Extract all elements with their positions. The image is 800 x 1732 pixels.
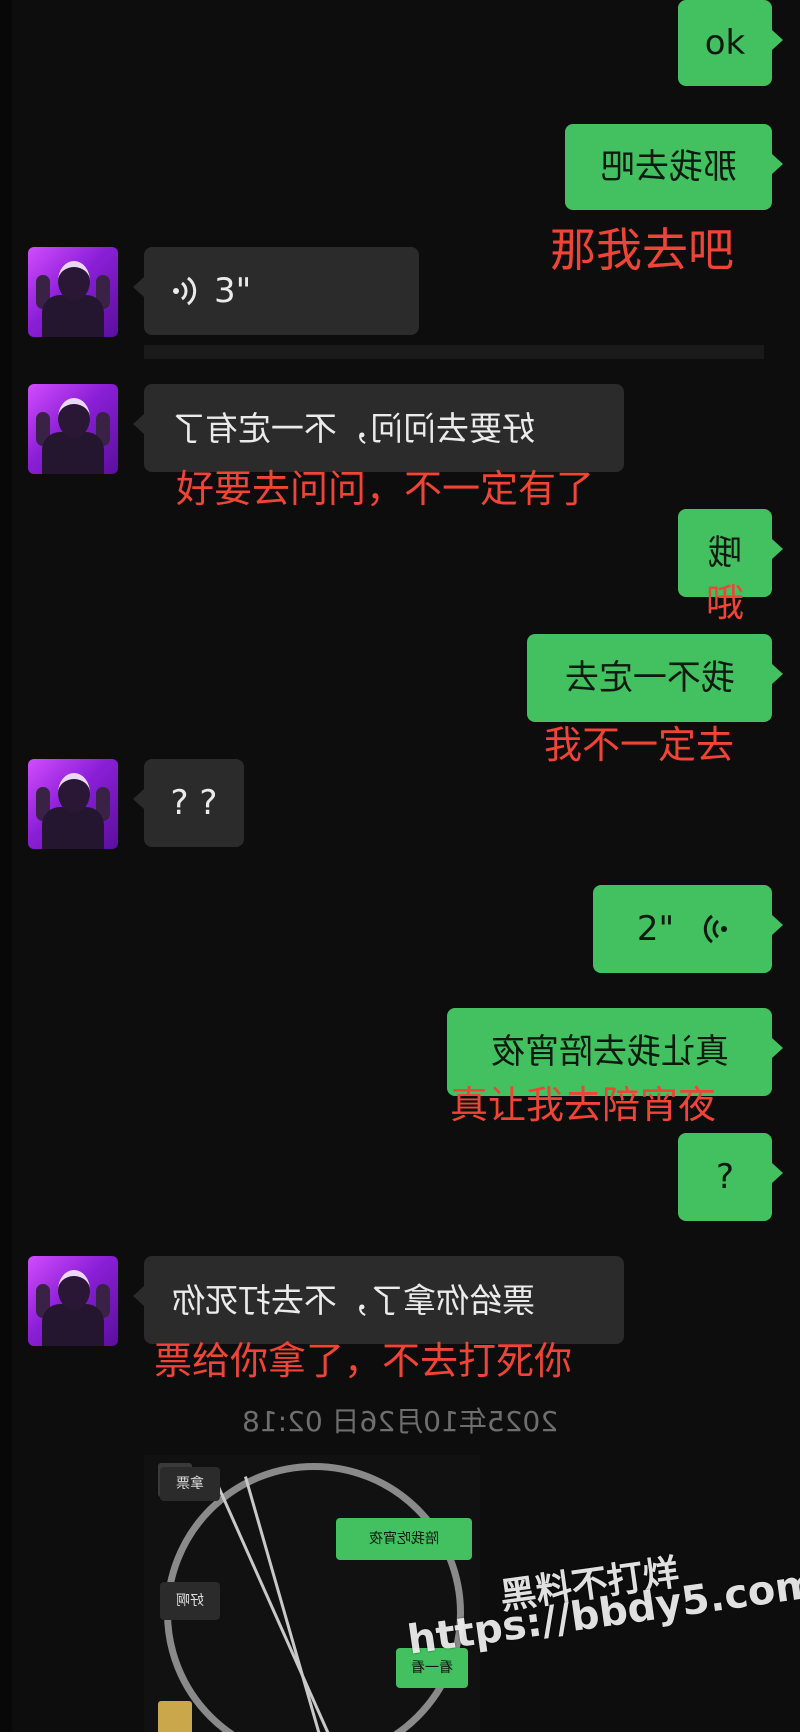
mini-message-received: 好啊 [160,1582,220,1620]
voice-duration: 3" [214,271,252,311]
message-text: 好要去问问，不一定有了 [172,408,535,448]
voice-duration: 2" [636,909,675,949]
message-timestamp: 2025年10月26日 02:18 [241,1405,559,1438]
voice-message-bubble[interactable]: 3" [133,247,419,335]
message-text: ? ? [170,783,218,823]
left-edge [0,0,12,1732]
voice-wave-icon [703,914,728,944]
message-bubble-sent[interactable]: 那我去吧 [565,124,783,210]
message-bubble-sent[interactable]: ok [678,0,783,86]
chat-screen: ok 那我去吧 那我去吧 3" 好要去问问，不一定有了 好要去问问，不一定有了 … [0,0,800,1732]
message-text: ? [715,1157,735,1197]
message-bubble-received[interactable]: 好要去问问，不一定有了 [133,384,624,472]
message-bubble-sent[interactable]: 我不一定去 [527,634,783,722]
translation-caption: 哦 [706,581,745,625]
message-text: ok [704,23,746,63]
embedded-chat-screenshot[interactable]: 拿票 陪我吃宵夜 好啊 看一看 [144,1455,480,1732]
translation-caption: 我不一定去 [544,723,735,767]
divider [144,345,764,359]
translation-caption: 那我去吧 [550,223,734,277]
message-text: 哦 [708,533,742,573]
voice-wave-icon [173,276,197,306]
mini-message-received: 拿票 [160,1467,220,1501]
message-bubble-received[interactable]: ? ? [133,759,244,847]
contact-avatar[interactable] [28,384,118,474]
mini-message-sent: 陪我吃宵夜 [336,1518,472,1560]
message-text: 票给你拿了，不去打死你 [172,1280,535,1320]
contact-avatar[interactable] [28,247,118,337]
message-text: 真让我去陪宵夜 [490,1032,729,1072]
contact-avatar[interactable] [28,1256,118,1346]
voice-message-bubble[interactable]: 2" [593,885,783,973]
contact-avatar[interactable] [28,759,118,849]
translation-caption: 好要去问问，不一定有了 [176,467,595,511]
translation-caption: 真让我去陪宵夜 [450,1083,717,1127]
message-text: 我不一定去 [564,658,735,698]
translation-caption: 票给你拿了，不去打死你 [154,1339,573,1383]
message-bubble-sent[interactable]: ? [678,1133,783,1221]
message-text: 那我去吧 [600,147,737,187]
mini-avatar [158,1701,192,1732]
message-bubble-received[interactable]: 票给你拿了，不去打死你 [133,1256,624,1344]
